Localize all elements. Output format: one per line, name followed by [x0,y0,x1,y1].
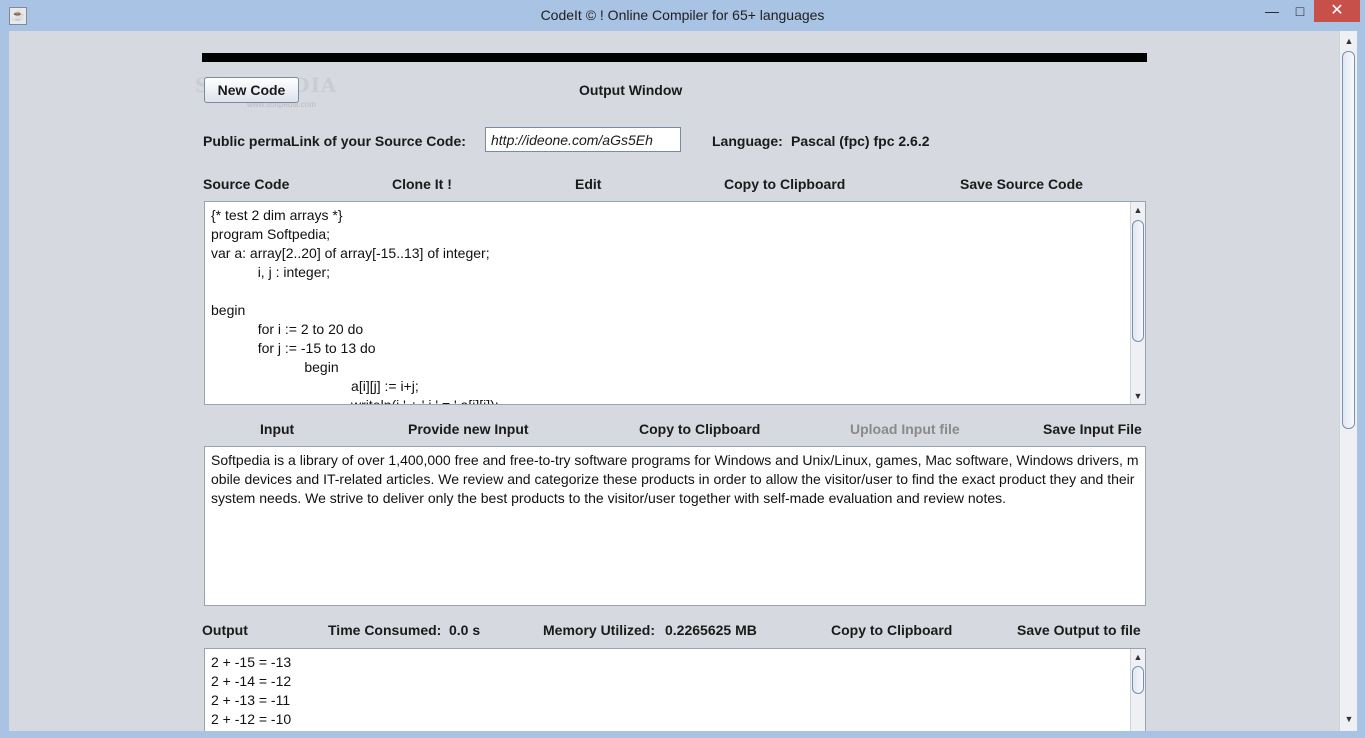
maximize-button[interactable]: □ [1286,0,1314,22]
copy-source-button[interactable]: Copy to Clipboard [724,176,845,192]
provide-new-input-button[interactable]: Provide new Input [408,421,529,437]
permalink-label: Public permaLink of your Source Code: [203,133,466,149]
output-scroll-thumb[interactable] [1132,666,1144,694]
output-area[interactable]: 2 + -15 = -13 2 + -14 = -12 2 + -13 = -1… [204,648,1146,731]
output-window-label[interactable]: Output Window [579,82,682,98]
scroll-up-icon[interactable]: ▲ [1342,34,1356,48]
source-scroll-thumb[interactable] [1132,220,1144,342]
language-label: Language: [712,133,783,149]
time-consumed-value: 0.0 s [449,622,481,638]
window-scroll-thumb[interactable] [1342,51,1355,429]
permalink-field[interactable]: http://ideone.com/aGs5Eh [485,127,681,152]
memory-utilized-value: 0.2265625 MB [665,622,757,638]
source-code-label: Source Code [203,176,290,192]
source-code-area[interactable]: {* test 2 dim arrays *} program Softpedi… [204,201,1146,405]
main-panel: SOFTPEDIA www.softpedia.com New Code Out… [9,31,1357,731]
language-value: Pascal (fpc) fpc 2.6.2 [791,133,930,149]
memory-utilized-label: Memory Utilized: [543,622,656,638]
copy-output-button[interactable]: Copy to Clipboard [831,622,952,638]
scroll-down-icon[interactable]: ▼ [1131,389,1145,403]
save-input-file-button[interactable]: Save Input File [1043,421,1142,437]
top-divider [202,53,1147,62]
scroll-down-icon[interactable]: ▼ [1342,712,1356,726]
scroll-up-icon[interactable]: ▲ [1131,203,1145,217]
output-label: Output [202,622,248,638]
edit-button[interactable]: Edit [575,176,601,192]
new-code-button[interactable]: New Code [204,77,299,103]
source-code-text: {* test 2 dim arrays *} program Softpedi… [211,207,499,405]
input-area[interactable]: Softpedia is a library of over 1,400,000… [204,446,1146,606]
input-text: Softpedia is a library of over 1,400,000… [211,452,1139,506]
minimize-button[interactable]: — [1258,0,1286,22]
input-label: Input [260,421,295,437]
clone-it-button[interactable]: Clone It ! [392,176,452,192]
save-output-button[interactable]: Save Output to file [1017,622,1141,638]
scroll-up-icon[interactable]: ▲ [1131,650,1145,664]
output-text: 2 + -15 = -13 2 + -14 = -12 2 + -13 = -1… [211,654,292,727]
output-scrollbar[interactable]: ▲ [1130,649,1145,731]
source-scrollbar[interactable]: ▲ ▼ [1130,202,1145,404]
window-scrollbar[interactable]: ▲ ▼ [1339,31,1357,731]
save-source-button[interactable]: Save Source Code [960,176,1083,192]
title-bar: ☕ CodeIt © ! Online Compiler for 65+ lan… [0,0,1365,31]
window-title: CodeIt © ! Online Compiler for 65+ langu… [540,7,825,23]
close-button[interactable]: ✕ [1314,0,1360,22]
upload-input-file-button[interactable]: Upload Input file [850,421,960,437]
time-consumed-label: Time Consumed: [328,622,442,638]
copy-input-button[interactable]: Copy to Clipboard [639,421,760,437]
